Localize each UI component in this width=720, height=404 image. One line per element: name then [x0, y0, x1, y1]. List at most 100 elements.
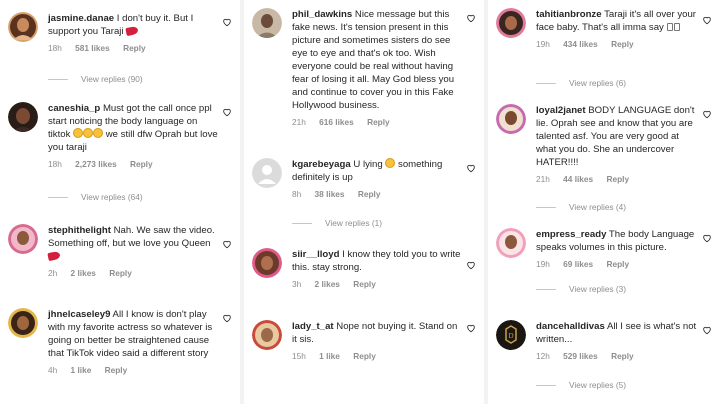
comment-username[interactable]: stephithelight [48, 225, 111, 236]
comment-meta: 4h 1 like Reply [48, 364, 218, 377]
avatar[interactable] [8, 224, 38, 254]
likes-count[interactable]: 529 likes [563, 351, 598, 361]
comment-time: 2h [48, 268, 58, 278]
view-replies-label[interactable]: View replies (4) [569, 202, 626, 212]
view-replies-button[interactable]: View replies (5) [536, 380, 626, 390]
heart-icon[interactable] [222, 239, 232, 249]
reply-button[interactable]: Reply [358, 189, 381, 199]
avatar[interactable] [496, 104, 526, 134]
comment-time: 18h [48, 159, 62, 169]
comment-meta: 3h 2 likes Reply [292, 278, 462, 291]
likes-count[interactable]: 616 likes [319, 117, 354, 127]
comment-time: 4h [48, 365, 58, 375]
reply-button[interactable]: Reply [105, 365, 128, 375]
avatar[interactable] [496, 8, 526, 38]
heart-icon[interactable] [466, 323, 476, 333]
heart-icon[interactable] [466, 13, 476, 23]
reply-button[interactable]: Reply [123, 43, 146, 53]
view-replies-button[interactable]: View replies (4) [536, 202, 626, 212]
comment-time: 3h [292, 279, 302, 289]
sad-face-emoji [93, 128, 104, 138]
comment-time: 15h [292, 351, 306, 361]
sad-face-emoji [385, 158, 396, 168]
comment-username[interactable]: jasmine.danae [48, 13, 114, 24]
likes-count[interactable]: 2,273 likes [75, 159, 117, 169]
view-replies-label[interactable]: View replies (3) [569, 284, 626, 294]
reply-button[interactable]: Reply [606, 259, 629, 269]
comment-username[interactable]: dancehalldivas [536, 321, 605, 332]
likes-count[interactable]: 1 like [71, 365, 92, 375]
comments-column-2: phil_dawkins Nice message but this fake … [244, 0, 484, 404]
comment-meta: 21h 616 likes Reply [292, 116, 462, 129]
sad-face-emoji [73, 128, 84, 138]
heart-icon[interactable] [466, 163, 476, 173]
avatar[interactable] [252, 320, 282, 350]
comment-text: U lying [353, 159, 383, 170]
svg-text:D: D [508, 332, 513, 340]
view-replies-label[interactable]: View replies (5) [569, 380, 626, 390]
likes-count[interactable]: 581 likes [75, 43, 110, 53]
comment-username[interactable]: caneshia_p [48, 103, 100, 114]
likes-count[interactable]: 69 likes [563, 259, 593, 269]
heart-icon[interactable] [702, 109, 712, 119]
heart-emoji [125, 25, 139, 37]
heart-emoji [47, 250, 61, 262]
likes-count[interactable]: 2 likes [71, 268, 96, 278]
avatar[interactable] [252, 158, 282, 188]
comment-username[interactable]: siir__lloyd [292, 249, 339, 260]
comment-username[interactable]: kgarebeyaga [292, 159, 351, 170]
view-replies-button[interactable]: View replies (90) [48, 74, 143, 84]
view-replies-label[interactable]: View replies (1) [325, 218, 382, 228]
avatar[interactable] [8, 308, 38, 338]
reply-button[interactable]: Reply [606, 174, 629, 184]
comment-time: 19h [536, 39, 550, 49]
heart-icon[interactable] [702, 233, 712, 243]
heart-icon[interactable] [702, 325, 712, 335]
reply-button[interactable]: Reply [367, 117, 390, 127]
comment-meta: 15h 1 like Reply [292, 350, 462, 363]
avatar[interactable] [496, 228, 526, 258]
avatar[interactable] [8, 102, 38, 132]
heart-icon[interactable] [222, 107, 232, 117]
avatar[interactable] [252, 8, 282, 38]
view-replies-button[interactable]: View replies (3) [536, 284, 626, 294]
comment-time: 21h [536, 174, 550, 184]
reply-button[interactable]: Reply [353, 351, 376, 361]
comment-username[interactable]: tahitianbronze [536, 9, 602, 20]
avatar[interactable]: D [496, 320, 526, 350]
comment-time: 21h [292, 117, 306, 127]
avatar[interactable] [252, 248, 282, 278]
comment-username[interactable]: jhnelcaseley9 [48, 309, 110, 320]
likes-count[interactable]: 38 likes [315, 189, 345, 199]
avatar[interactable] [8, 12, 38, 42]
heart-icon[interactable] [222, 17, 232, 27]
comment-meta: 18h 2,273 likes Reply [48, 158, 218, 171]
comment-text: Nice message but this fake news. It's te… [292, 9, 455, 111]
reply-button[interactable]: Reply [611, 351, 634, 361]
view-replies-button[interactable]: View replies (1) [292, 218, 382, 228]
comments-column-1: jasmine.danae I don't buy it. But I supp… [0, 0, 240, 404]
reply-button[interactable]: Reply [130, 159, 153, 169]
likes-count[interactable]: 44 likes [563, 174, 593, 184]
view-replies-button[interactable]: View replies (64) [48, 192, 143, 202]
heart-icon[interactable] [222, 313, 232, 323]
heart-icon[interactable] [466, 260, 476, 270]
reply-button[interactable]: Reply [109, 268, 132, 278]
comments-column-3: tahitianbronze Taraji it's all over your… [488, 0, 720, 404]
likes-count[interactable]: 434 likes [563, 39, 598, 49]
comment-username[interactable]: empress_ready [536, 229, 606, 240]
view-replies-label[interactable]: View replies (6) [569, 78, 626, 88]
reply-button[interactable]: Reply [611, 39, 634, 49]
view-replies-button[interactable]: View replies (6) [536, 78, 626, 88]
heart-icon[interactable] [702, 15, 712, 25]
likes-count[interactable]: 2 likes [315, 279, 340, 289]
comment-username[interactable]: phil_dawkins [292, 9, 352, 20]
comment-username[interactable]: loyal2janet [536, 105, 586, 116]
comment-meta: 18h 581 likes Reply [48, 42, 218, 55]
reply-button[interactable]: Reply [353, 279, 376, 289]
comment-meta: 2h 2 likes Reply [48, 267, 218, 280]
view-replies-label[interactable]: View replies (90) [81, 74, 143, 84]
comment-username[interactable]: lady_t_at [292, 321, 334, 332]
likes-count[interactable]: 1 like [319, 351, 340, 361]
view-replies-label[interactable]: View replies (64) [81, 192, 143, 202]
